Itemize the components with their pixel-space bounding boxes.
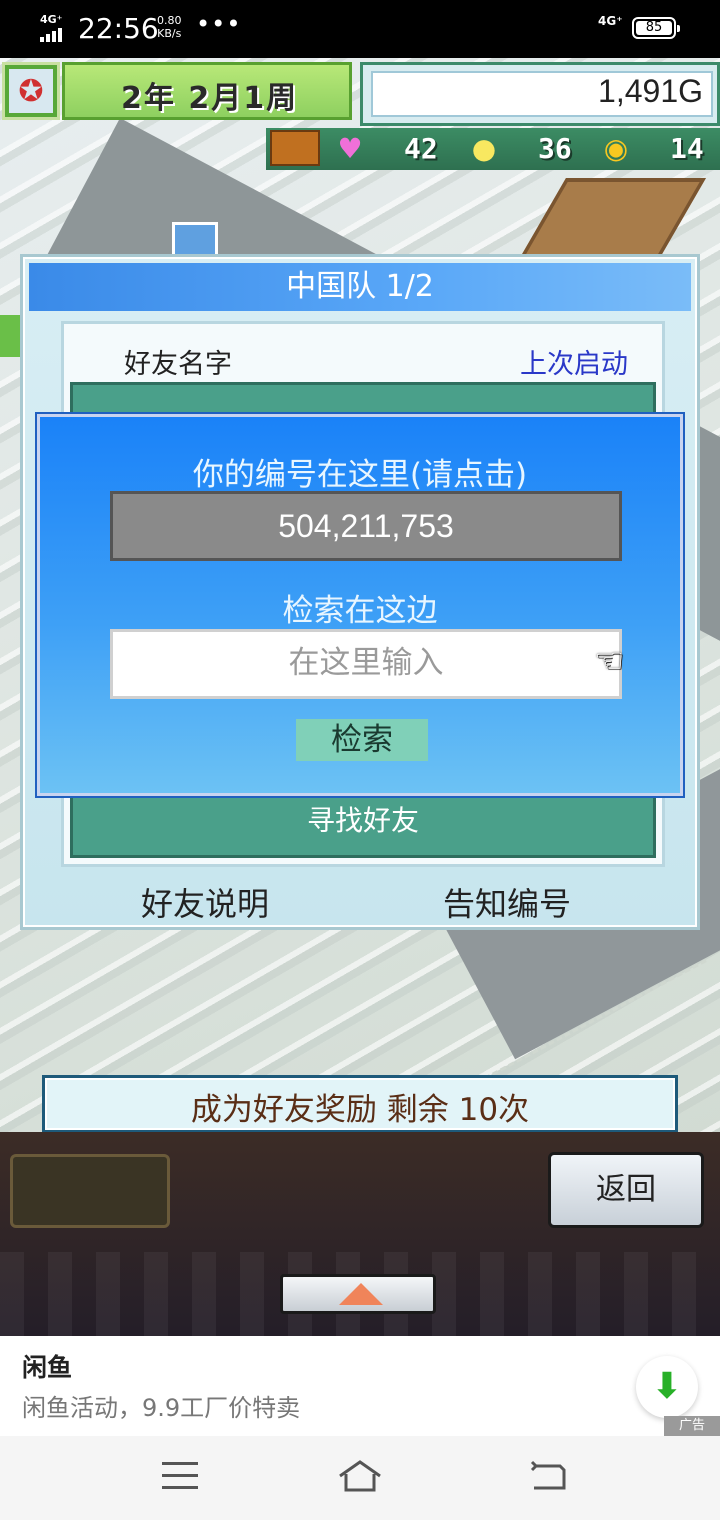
clock: 22:56 (78, 12, 159, 45)
friend-reward-banner: 成为好友奖励 剩余 10次 (42, 1075, 678, 1133)
search-panel: 你的编号在这里(请点击) 504,211,753 检索在这边 在这里输入 ☜ 检… (37, 414, 683, 796)
pointing-hand-icon: ☜ (594, 641, 625, 681)
battery-icon: 85 (632, 17, 680, 39)
search-button[interactable]: 检索 (296, 719, 428, 761)
idea-count: 36 (538, 132, 572, 165)
search-input[interactable]: 在这里输入 (110, 629, 622, 699)
column-last-launch: 上次启动 (520, 349, 628, 380)
ad-banner[interactable]: 闲鱼 闲鱼活动，9.9工厂价特卖 ⬇ 广告 (0, 1336, 720, 1436)
friend-explain-button[interactable]: 好友说明 (141, 879, 269, 925)
info-slot (10, 1154, 170, 1228)
game-bottom-bar: 返回 (0, 1132, 720, 1336)
date-panel: 2年 2月1周 (62, 62, 352, 120)
my-id-button[interactable]: 504,211,753 (110, 491, 622, 561)
expand-menu-button[interactable] (280, 1274, 436, 1314)
status-bar: 4G⁺ 22:56 0.80 KB/s ••• 4G⁺ 85 (0, 0, 720, 58)
coin-icon: ◉ (603, 131, 629, 165)
battery-level: 85 (645, 20, 663, 35)
find-friend-button[interactable]: 寻找好友 (73, 799, 653, 839)
my-id-label: 你的编号在这里(请点击) (192, 457, 528, 493)
heart-icon: ♥ (337, 131, 363, 165)
ad-tag: 广告 (664, 1416, 720, 1436)
network-type-label: 4G⁺ (40, 13, 63, 26)
gold-amount: 1,491G (598, 73, 703, 109)
signal-icon: 4G⁺ (40, 13, 70, 42)
stats-bar: ♥ 42 ● 36 ◉ 14 (266, 128, 720, 170)
network-speed: 0.80 KB/s (157, 14, 182, 40)
friend-reward-text: 成为好友奖励 剩余 10次 (190, 1092, 530, 1128)
character-icon (0, 315, 20, 357)
arrow-up-icon (339, 1283, 383, 1305)
more-notifications-icon: ••• (196, 10, 242, 38)
system-nav-bar (0, 1436, 720, 1520)
game-date: 2年 2月1周 (121, 81, 299, 116)
speed-value: 0.80 (157, 14, 182, 27)
back-button[interactable]: 返回 (548, 1152, 704, 1228)
speed-unit: KB/s (157, 27, 182, 40)
dialog-title: 中国队 1/2 (29, 263, 691, 311)
network-type-label-right: 4G⁺ (598, 14, 623, 28)
lightbulb-icon: ● (471, 131, 497, 165)
home-icon[interactable] (336, 1458, 384, 1494)
coin-count: 14 (670, 132, 704, 165)
gold-panel: 1,491G (360, 62, 720, 126)
column-friend-name: 好友名字 (124, 349, 232, 380)
heart-count: 42 (404, 132, 438, 165)
team-emblem-button[interactable]: ✪ (2, 62, 60, 120)
treasure-chest-icon[interactable] (270, 130, 320, 166)
ad-subtitle: 闲鱼活动，9.9工厂价特卖 (22, 1394, 301, 1422)
back-nav-icon[interactable] (528, 1460, 568, 1492)
share-id-button[interactable]: 告知编号 (443, 879, 571, 925)
mascot-icon: ✪ (9, 69, 53, 113)
search-label: 检索在这边 (282, 593, 438, 629)
menu-icon[interactable] (162, 1462, 198, 1490)
download-icon[interactable]: ⬇ (636, 1356, 698, 1418)
ad-title: 闲鱼 (22, 1353, 73, 1382)
